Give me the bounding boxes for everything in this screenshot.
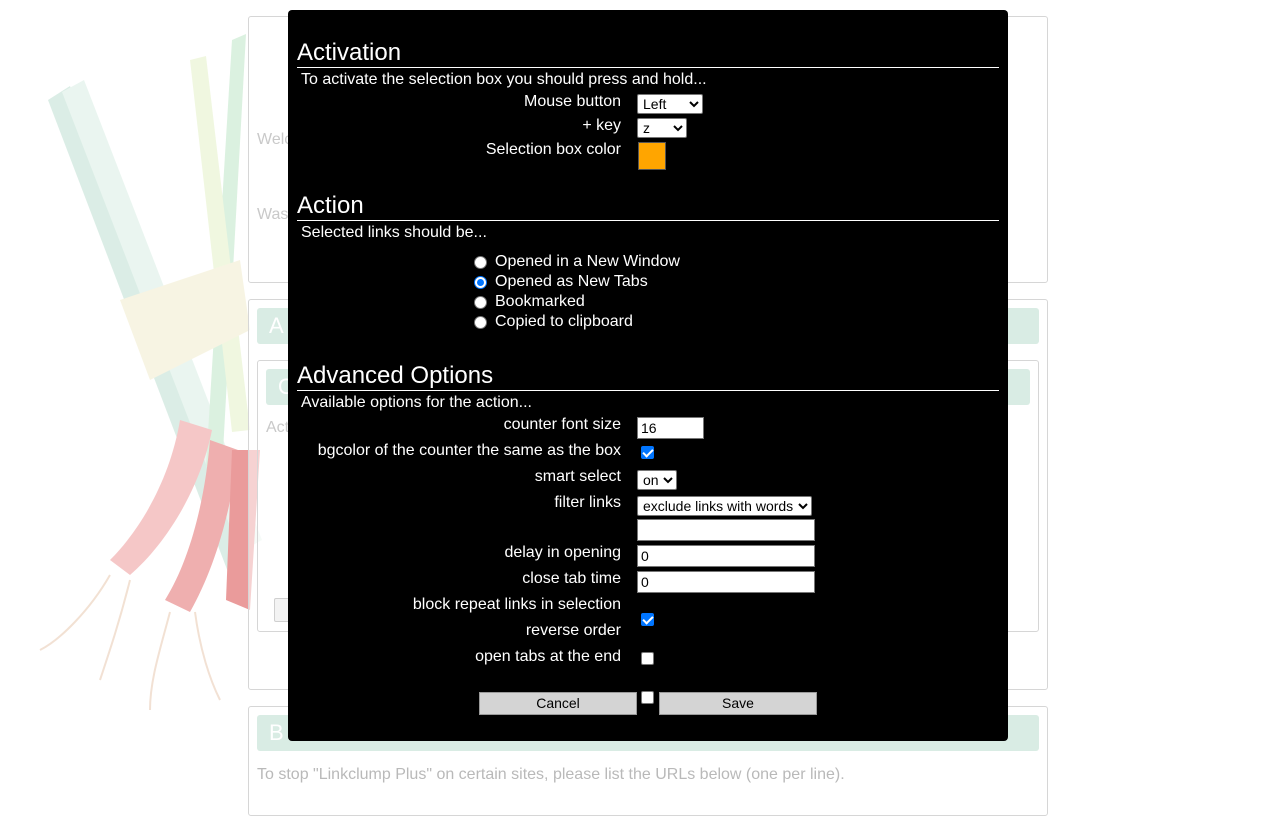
reverse-order-label: reverse order [525, 622, 621, 639]
radio-new-window-button[interactable] [474, 255, 487, 269]
counter-font-size-label: counter font size [503, 416, 621, 433]
bgcolor-counter-label: bgcolor of the counter the same as the b… [317, 442, 621, 459]
reverse-order-checkbox[interactable] [641, 652, 654, 665]
settings-modal: Activation To activate the selection box… [288, 10, 1008, 741]
open-tabs-end-checkbox[interactable] [641, 691, 654, 704]
activation-title: Activation [297, 40, 999, 68]
radio-bookmarked-button[interactable] [474, 295, 487, 309]
advanced-options-intro: Available options for the action... [301, 394, 532, 411]
key-select[interactable]: z [637, 118, 687, 138]
radio-new-tabs[interactable]: Opened as New Tabs [474, 272, 648, 292]
background-faint-text-2: Was [257, 206, 289, 223]
smart-select-label: smart select [534, 468, 621, 485]
radio-new-window[interactable]: Opened in a New Window [474, 252, 680, 272]
block-repeat-label: block repeat links in selection [412, 596, 621, 613]
radio-new-tabs-label: Opened as New Tabs [495, 273, 648, 290]
open-tabs-end-label: open tabs at the end [475, 648, 621, 665]
close-tab-time-label: close tab time [522, 570, 621, 587]
radio-bookmarked-label: Bookmarked [495, 293, 585, 310]
radio-clipboard-button[interactable] [474, 315, 487, 329]
action-intro: Selected links should be... [301, 224, 487, 241]
filter-words-input[interactable] [637, 519, 815, 541]
selection-color-swatch[interactable] [638, 142, 666, 170]
background-faint-text-3: Act [266, 419, 290, 436]
cancel-button[interactable]: Cancel [479, 692, 637, 715]
delay-opening-label: delay in opening [504, 544, 621, 561]
action-title: Action [297, 193, 999, 221]
save-button[interactable]: Save [659, 692, 817, 715]
mouse-button-select[interactable]: Left [637, 94, 703, 114]
radio-new-tabs-button[interactable] [474, 275, 487, 289]
mouse-button-label: Mouse button [524, 93, 621, 110]
key-label: + key [582, 117, 621, 134]
background-faint-text-1: Welc [257, 131, 293, 148]
radio-clipboard[interactable]: Copied to clipboard [474, 312, 633, 332]
selection-color-label: Selection box color [485, 141, 621, 158]
block-repeat-checkbox[interactable] [641, 613, 654, 626]
smart-select-select[interactable]: on [637, 470, 677, 490]
bgcolor-counter-checkbox[interactable] [641, 446, 654, 459]
radio-clipboard-label: Copied to clipboard [495, 313, 633, 330]
filter-links-select[interactable]: exclude links with words [637, 496, 812, 516]
radio-bookmarked[interactable]: Bookmarked [474, 292, 585, 312]
radio-new-window-label: Opened in a New Window [495, 253, 680, 270]
filter-links-label: filter links [554, 494, 621, 511]
delay-opening-input[interactable] [637, 545, 815, 567]
close-tab-time-input[interactable] [637, 571, 815, 593]
advanced-options-title: Advanced Options [297, 363, 999, 391]
background-blocklist-note: To stop "Linkclump Plus" on certain site… [257, 766, 845, 783]
activation-intro: To activate the selection box you should… [301, 71, 707, 88]
counter-font-size-input[interactable] [637, 417, 704, 439]
